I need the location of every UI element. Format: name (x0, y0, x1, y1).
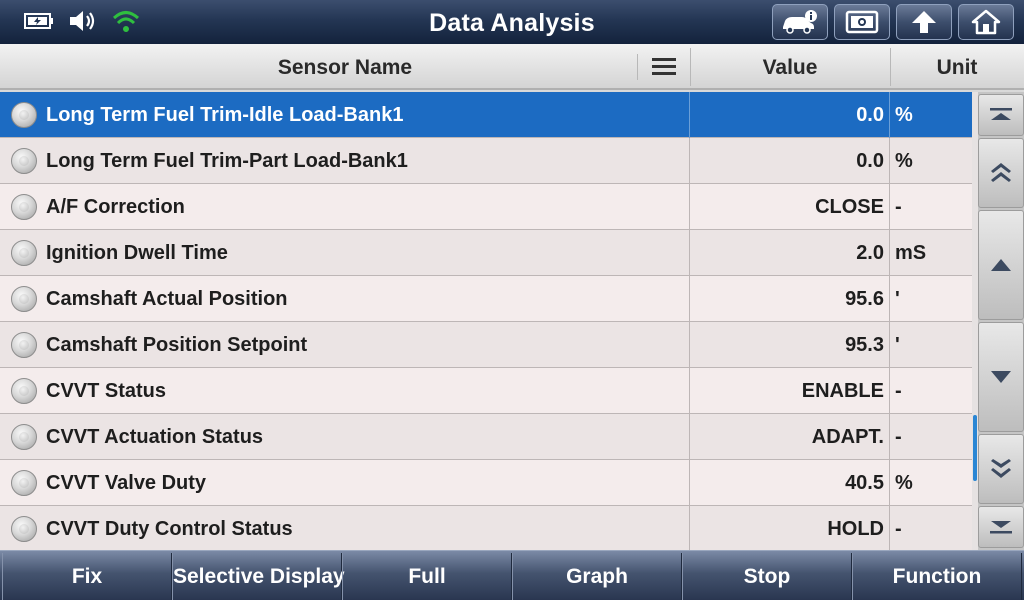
line-up-button[interactable] (978, 210, 1024, 320)
sensor-table: Long Term Fuel Trim-Idle Load-Bank1 0.0 … (0, 92, 972, 550)
car-info-icon (783, 10, 817, 34)
sensor-value: HOLD (827, 518, 884, 540)
page-down-icon (991, 459, 1011, 478)
sensor-value: 0.0 (856, 150, 884, 172)
scroll-bottom-icon (990, 521, 1012, 534)
table-row[interactable]: CVVT Duty Control Status HOLD - (0, 506, 972, 550)
sensor-name: A/F Correction (46, 196, 185, 218)
function-button[interactable]: Function (852, 553, 1022, 600)
sensor-name: Camshaft Actual Position (46, 288, 288, 310)
row-select-radio[interactable] (11, 286, 37, 312)
sensor-unit: ' (895, 334, 900, 356)
scroll-bottom-button[interactable] (978, 506, 1024, 548)
scroll-button-column (978, 92, 1024, 550)
table-row[interactable]: Camshaft Position Setpoint 95.3 ' (0, 322, 972, 368)
row-select-radio[interactable] (11, 332, 37, 358)
scroll-top-button[interactable] (978, 94, 1024, 136)
camera-icon (845, 10, 879, 34)
column-divider (889, 276, 890, 322)
row-select-radio[interactable] (11, 378, 37, 404)
full-button[interactable]: Full (342, 553, 512, 600)
up-arrow-icon (912, 11, 936, 33)
sensor-unit: % (895, 104, 913, 126)
sensor-unit: - (895, 196, 902, 218)
sensor-name: Long Term Fuel Trim-Part Load-Bank1 (46, 150, 408, 172)
fix-button[interactable]: Fix (2, 553, 172, 600)
row-select-radio[interactable] (11, 240, 37, 266)
row-select-radio[interactable] (11, 470, 37, 496)
column-header-unit: Unit (936, 56, 978, 79)
table-row[interactable]: Long Term Fuel Trim-Part Load-Bank1 0.0 … (0, 138, 972, 184)
sensor-name: Camshaft Position Setpoint (46, 334, 308, 356)
sensor-value: ENABLE (801, 380, 884, 402)
table-row[interactable]: Ignition Dwell Time 2.0 mS (0, 230, 972, 276)
row-select-radio[interactable] (11, 194, 37, 220)
vehicle-info-button[interactable] (772, 4, 828, 40)
column-divider (889, 368, 890, 414)
sensor-value: 0.0 (856, 104, 884, 126)
selective-display-button[interactable]: Selective Display (172, 553, 345, 600)
scroll-top-icon (990, 108, 1012, 120)
line-up-icon (991, 259, 1011, 271)
row-select-radio[interactable] (11, 102, 37, 128)
sensor-value: 95.3 (845, 334, 884, 356)
sensor-unit: - (895, 426, 902, 448)
line-down-button[interactable] (978, 322, 1024, 432)
sensor-value: 95.6 (845, 288, 884, 310)
column-divider (889, 322, 890, 368)
back-button[interactable] (896, 4, 952, 40)
sensor-unit: % (895, 472, 913, 494)
column-divider (889, 460, 890, 506)
table-row[interactable]: CVVT Valve Duty 40.5 % (0, 460, 972, 506)
sensor-name: CVVT Duty Control Status (46, 518, 293, 540)
table-row[interactable]: Long Term Fuel Trim-Idle Load-Bank1 0.0 … (0, 92, 972, 138)
home-icon (971, 9, 1001, 35)
column-divider (889, 184, 890, 230)
sensor-unit: - (895, 380, 902, 402)
column-header-sensor-name[interactable]: Sensor Name (0, 44, 690, 90)
page-down-button[interactable] (978, 434, 1024, 504)
sensor-unit: mS (895, 242, 927, 264)
column-divider (889, 414, 890, 460)
home-button[interactable] (958, 4, 1014, 40)
title-bar: Data Analysis (0, 0, 1024, 44)
sensor-value: 2.0 (856, 242, 884, 264)
sensor-name: Ignition Dwell Time (46, 242, 228, 264)
row-select-radio[interactable] (11, 148, 37, 174)
screenshot-button[interactable] (834, 4, 890, 40)
column-menu-icon[interactable] (652, 58, 676, 76)
sensor-value: 40.5 (845, 472, 884, 494)
stop-button[interactable]: Stop (682, 553, 852, 600)
sensor-name: CVVT Status (46, 380, 167, 402)
column-divider (889, 230, 890, 276)
scrollbar-thumb[interactable] (973, 415, 977, 481)
sensor-unit: - (895, 518, 902, 540)
sensor-name: CVVT Actuation Status (46, 426, 264, 448)
row-select-radio[interactable] (11, 516, 37, 542)
top-button-group (772, 4, 1014, 40)
sensor-value: ADAPT. (811, 426, 884, 448)
sensor-unit: % (895, 150, 913, 172)
table-row[interactable]: CVVT Actuation Status ADAPT. - (0, 414, 972, 460)
page-up-icon (991, 163, 1011, 182)
sensor-unit: ' (895, 288, 900, 310)
row-select-radio[interactable] (11, 424, 37, 450)
sensor-name: CVVT Valve Duty (46, 472, 207, 494)
line-down-icon (991, 371, 1011, 383)
sensor-name: Long Term Fuel Trim-Idle Load-Bank1 (46, 104, 404, 126)
sensor-value: CLOSE (815, 196, 884, 218)
table-row[interactable]: CVVT Status ENABLE - (0, 368, 972, 414)
column-divider (889, 506, 890, 550)
column-header-value: Value (762, 56, 818, 79)
table-header: Sensor Name Value Unit (0, 44, 1024, 90)
header-divider (637, 54, 638, 80)
page-up-button[interactable] (978, 138, 1024, 208)
bottom-toolbar: Fix Selective Display Full Graph Stop Fu… (0, 550, 1024, 600)
graph-button[interactable]: Graph (512, 553, 682, 600)
table-row[interactable]: Camshaft Actual Position 95.6 ' (0, 276, 972, 322)
column-divider (889, 138, 890, 184)
table-row[interactable]: A/F Correction CLOSE - (0, 184, 972, 230)
column-divider (889, 92, 890, 138)
